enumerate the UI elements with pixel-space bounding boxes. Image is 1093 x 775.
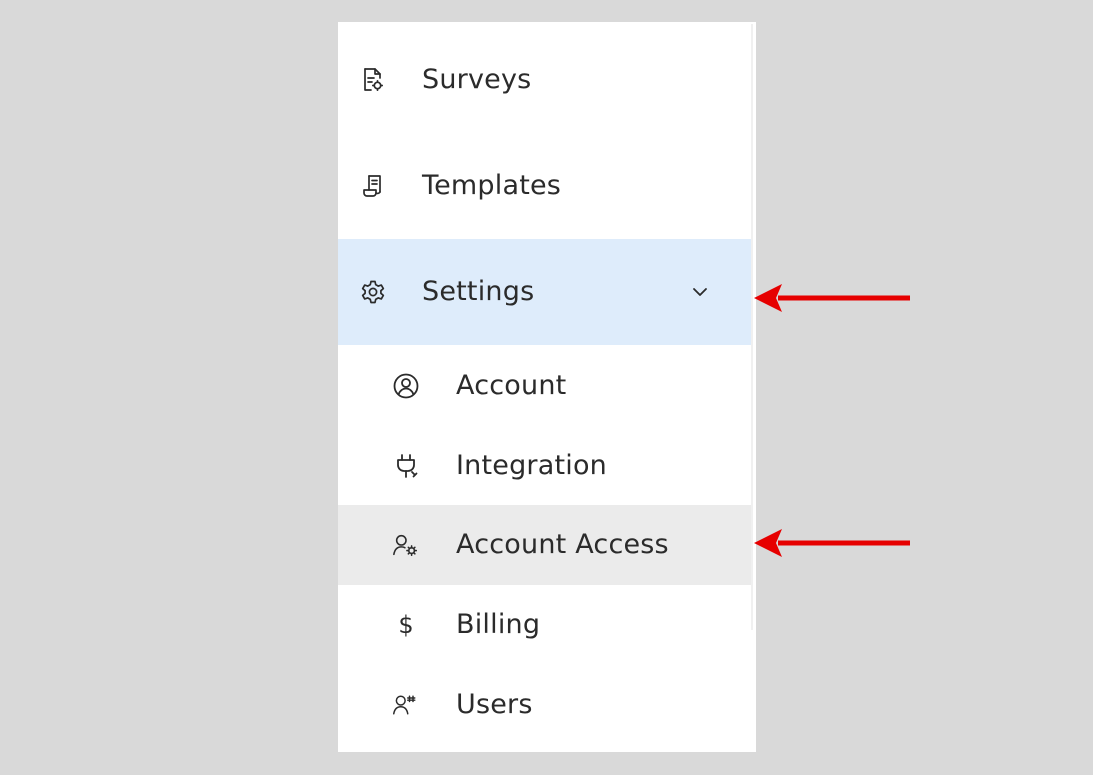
sub-item-users[interactable]: Users <box>338 665 751 745</box>
nav-item-label: Settings <box>422 275 535 307</box>
sub-item-label: Integration <box>456 449 607 481</box>
nav-item-surveys[interactable]: Surveys <box>338 27 751 133</box>
dollar-icon: $ <box>398 611 414 639</box>
sub-item-label: Users <box>456 688 533 720</box>
sub-item-label: Billing <box>456 608 541 640</box>
nav-item-label: Surveys <box>422 63 532 95</box>
account-circle-icon <box>392 372 420 400</box>
nav-item-label: Templates <box>422 169 562 201</box>
sub-item-account[interactable]: Account <box>338 346 751 426</box>
gear-icon <box>360 279 386 305</box>
plug-icon <box>392 452 420 480</box>
annotation-arrow-settings <box>754 284 910 312</box>
sub-item-label: Account Access <box>456 528 669 560</box>
sub-item-billing[interactable]: $ Billing <box>338 585 751 665</box>
annotation-arrow-account-access <box>754 529 910 557</box>
sub-item-account-access[interactable]: Account Access <box>338 505 751 585</box>
users-icon <box>392 691 420 719</box>
sidebar-nav: Surveys Templates Settings Account Integ… <box>338 22 756 752</box>
survey-document-icon <box>360 67 386 93</box>
nav-item-templates[interactable]: Templates <box>338 133 751 239</box>
sub-item-integration[interactable]: Integration <box>338 426 751 506</box>
nav-item-settings[interactable]: Settings <box>338 239 751 345</box>
chevron-down-icon[interactable] <box>690 282 710 302</box>
sub-item-label: Account <box>456 369 567 401</box>
user-settings-icon <box>392 531 420 559</box>
template-document-icon <box>360 173 386 199</box>
